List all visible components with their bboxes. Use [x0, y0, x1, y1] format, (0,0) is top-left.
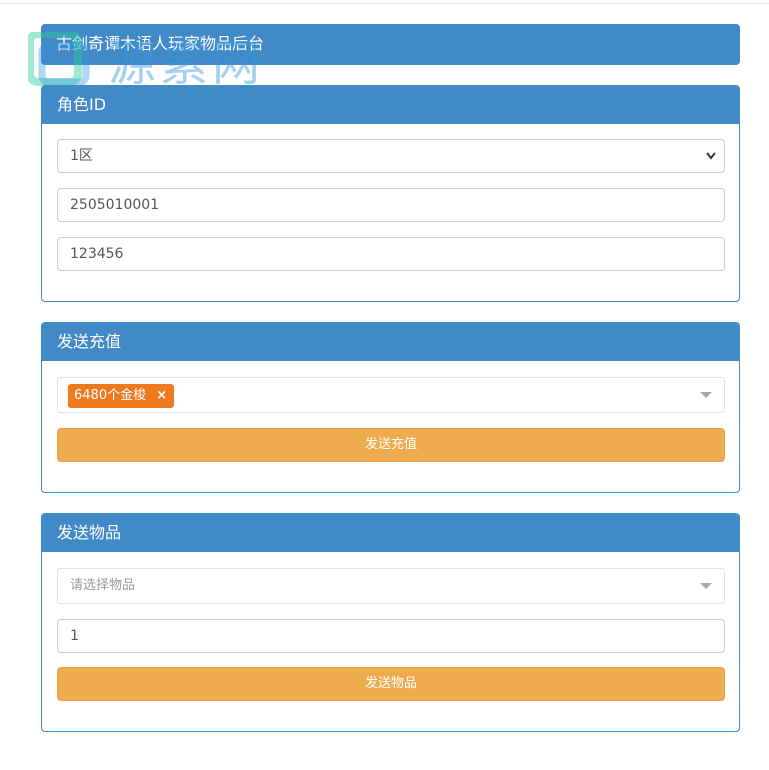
top-divider [0, 3, 769, 4]
send-recharge-button[interactable]: 发送充值 [57, 428, 725, 462]
selected-package-label: 6480个金梭 [74, 388, 147, 403]
account-id-field[interactable]: 2505010001 [57, 188, 725, 222]
send-item-button[interactable]: 发送物品 [57, 667, 725, 701]
item-panel: 发送物品 请选择物品 1 发送物品 [41, 513, 740, 732]
account-id-value: 2505010001 [70, 197, 160, 213]
item-select-placeholder: 请选择物品 [70, 578, 136, 593]
role-panel: 角色ID 1区 2505010001 123456 [41, 85, 740, 302]
recharge-panel-heading: 发送充值 [42, 323, 739, 361]
password-value: 123456 [70, 246, 124, 262]
remove-tag-icon[interactable]: × [156, 384, 167, 408]
password-field[interactable]: 123456 [57, 237, 725, 271]
dropdown-arrow-icon [700, 583, 712, 589]
chevron-down-icon [706, 140, 716, 184]
recharge-panel: 发送充值 6480个金梭 × 发送充值 [41, 322, 740, 493]
page-title: 古剑奇谭木语人玩家物品后台 [56, 34, 265, 53]
selected-package-tag: 6480个金梭 × [68, 384, 175, 408]
server-select-value: 1区 [70, 148, 93, 164]
quantity-field[interactable]: 1 [57, 619, 725, 653]
item-select[interactable]: 请选择物品 [57, 568, 725, 604]
page-title-bar: 古剑奇谭木语人玩家物品后台 [41, 24, 740, 65]
recharge-package-select[interactable]: 6480个金梭 × [57, 377, 725, 413]
server-select[interactable]: 1区 [57, 139, 725, 173]
dropdown-arrow-icon [700, 392, 712, 398]
quantity-value: 1 [70, 628, 79, 644]
role-panel-heading: 角色ID [42, 86, 739, 124]
item-panel-heading: 发送物品 [42, 514, 739, 552]
